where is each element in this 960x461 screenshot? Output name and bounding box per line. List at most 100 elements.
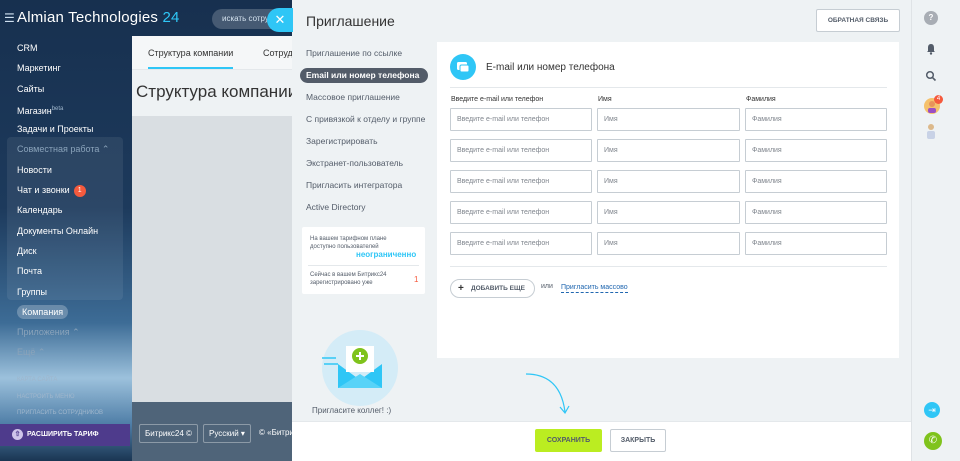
envelope-icon <box>320 346 382 388</box>
open-channel-icon[interactable]: ⇥ <box>924 402 940 418</box>
menu-item[interactable]: Компания <box>0 302 132 322</box>
invite-colleagues-text: Пригласите коллег! :) <box>312 406 392 415</box>
menu-item[interactable]: Приложения ⌃ <box>0 322 132 342</box>
notification-badge: 4 <box>934 95 943 104</box>
invite-nav-item[interactable]: Экстранет-пользователь <box>300 152 428 174</box>
chevron-icon: ⌃ <box>99 144 110 155</box>
menu-item[interactable]: Документы Онлайн <box>0 221 132 241</box>
slider-title: Приглашение <box>306 13 395 29</box>
sitemap-link[interactable]: Карта сайта <box>17 377 57 383</box>
company-page-content <box>132 116 292 402</box>
menu-item[interactable]: CRM <box>0 38 132 58</box>
counter-badge: 1 <box>73 184 86 197</box>
menu-item-label: Почта <box>17 266 42 277</box>
menu-item[interactable]: Ещё ⌃ <box>0 342 132 362</box>
plan-info-text: На вашем тарифном плане доступно пользов… <box>310 236 387 250</box>
menu-item[interactable]: Сайты <box>0 79 132 99</box>
menu-item-label: Компания <box>17 304 69 319</box>
name-field[interactable]: Имя <box>597 108 740 131</box>
form-divider-bottom <box>450 266 887 267</box>
plan-info-value: неограниченно <box>356 250 417 259</box>
plan-info-box: На вашем тарифном плане доступно пользов… <box>302 227 425 294</box>
close-slider-button[interactable]: ✕ <box>267 8 293 32</box>
email-field[interactable]: Введите e-mail или телефон <box>450 232 592 255</box>
save-button[interactable]: СОХРАНИТЬ <box>535 429 602 452</box>
invite-nav-item[interactable]: Active Directory <box>300 196 428 218</box>
add-more-button[interactable]: + ДОБАВИТЬ ЕЩЕ <box>450 279 535 298</box>
lastname-field[interactable]: Фамилия <box>745 108 887 131</box>
name-field[interactable]: Имя <box>597 170 740 193</box>
email-label: Введите e-mail или телефон <box>451 96 544 103</box>
configure-menu-link[interactable]: Настроить меню <box>17 394 75 400</box>
menu-item-label: Новости <box>17 164 52 175</box>
user-avatar-icon[interactable] <box>924 123 938 139</box>
menu-item[interactable]: Задачи и Проекты <box>0 119 132 139</box>
close-icon: ✕ <box>274 12 286 27</box>
arrow-icon <box>525 373 570 415</box>
invite-nav-item[interactable]: Приглашение по ссылке <box>300 42 428 64</box>
email-field[interactable]: Введите e-mail или телефон <box>450 170 592 193</box>
chevron-icon: ⌃ <box>69 327 80 338</box>
menu-item[interactable]: Чат и звонки 1 <box>0 180 132 200</box>
left-menu: CRM Маркетинг Сайты Магазинbeta Задачи и Про… <box>0 38 132 363</box>
plus-icon: + <box>458 283 464 294</box>
menu-item[interactable]: Магазинbeta <box>0 99 132 119</box>
name-field[interactable]: Имя <box>597 201 740 224</box>
mass-invite-link[interactable]: Пригласить массово <box>561 283 628 293</box>
bell-icon[interactable] <box>924 43 938 57</box>
close-button[interactable]: ЗАКРЫТЬ <box>610 429 666 452</box>
invite-nav: Приглашение по ссылке Email или номер тел… <box>300 42 428 218</box>
invite-nav-item[interactable]: Массовое приглашение <box>300 86 428 108</box>
menu-item[interactable]: Маркетинг <box>0 58 132 78</box>
menu-item[interactable]: Группы <box>0 282 132 302</box>
feedback-button[interactable]: ОБРАТНАЯ СВЯЗЬ <box>816 9 900 32</box>
invite-employees-link[interactable]: Пригласить сотрудников <box>17 410 103 416</box>
menu-icon[interactable]: ☰ <box>4 11 15 25</box>
menu-item-label: Диск <box>17 245 37 256</box>
plan-icon: ⇧ <box>12 429 23 440</box>
chevron-down-icon: ▾ <box>240 429 245 438</box>
portal-logo[interactable]: Almian Technologies 24 <box>17 9 180 26</box>
menu-item-label: Задачи и Проекты <box>17 124 94 135</box>
name-field[interactable]: Имя <box>597 139 740 162</box>
email-field[interactable]: Введите e-mail или телефон <box>450 139 592 162</box>
menu-item[interactable]: Диск <box>0 241 132 261</box>
menu-item-label: Маркетинг <box>17 63 61 74</box>
lastname-field[interactable]: Фамилия <box>745 170 887 193</box>
help-icon[interactable]: ? <box>924 11 938 25</box>
company-page-title: Структура компании ★ <box>136 82 313 102</box>
language-select[interactable]: Русский ▾ <box>203 424 251 443</box>
menu-item[interactable]: Почта <box>0 261 132 281</box>
menu-item[interactable]: Совместная работа ⌃ <box>0 139 132 159</box>
lastname-field[interactable]: Фамилия <box>745 201 887 224</box>
invite-nav-item[interactable]: Зарегистрировать <box>300 130 428 152</box>
menu-item-label: Группы <box>17 286 47 297</box>
menu-item-label: Документы Онлайн <box>17 225 99 236</box>
menu-item-label: Совместная работа <box>17 144 100 155</box>
lastname-field[interactable]: Фамилия <box>745 232 887 255</box>
footer-brand[interactable]: Битрикс24 © <box>139 424 198 443</box>
copy-icon: © <box>186 429 192 438</box>
phone-icon[interactable]: ✆ <box>924 432 942 450</box>
chat-icon <box>450 54 476 80</box>
invite-nav-item[interactable]: Email или номер телефона <box>300 68 428 83</box>
menu-item[interactable]: Новости <box>0 160 132 180</box>
invite-nav-item[interactable]: Пригласить интегратора <box>300 174 428 196</box>
menu-item-label: Приложения <box>17 327 70 338</box>
menu-item-label: Магазин <box>17 105 52 116</box>
name-label: Имя <box>598 96 612 103</box>
registered-count: 1 <box>414 275 419 284</box>
email-field[interactable]: Введите e-mail или телефон <box>450 201 592 224</box>
tab-structure[interactable]: Структура компании <box>148 48 234 69</box>
invite-nav-item[interactable]: С привязкой к отделу и группе <box>300 108 428 130</box>
search-icon[interactable] <box>924 70 938 84</box>
menu-item-label: Календарь <box>17 205 63 216</box>
menu-item[interactable]: Календарь <box>0 200 132 220</box>
name-field[interactable]: Имя <box>597 232 740 255</box>
expand-plan-button[interactable]: ⇧ РАСШИРИТЬ ТАРИФ <box>0 424 130 446</box>
registered-text: Сейчас в вашем Битрикс24 зарегистрирован… <box>310 272 387 286</box>
lastname-field[interactable]: Фамилия <box>745 139 887 162</box>
company-tabs: Структура компании Сотрудники <box>132 36 312 70</box>
form-divider <box>450 87 887 88</box>
email-field[interactable]: Введите e-mail или телефон <box>450 108 592 131</box>
